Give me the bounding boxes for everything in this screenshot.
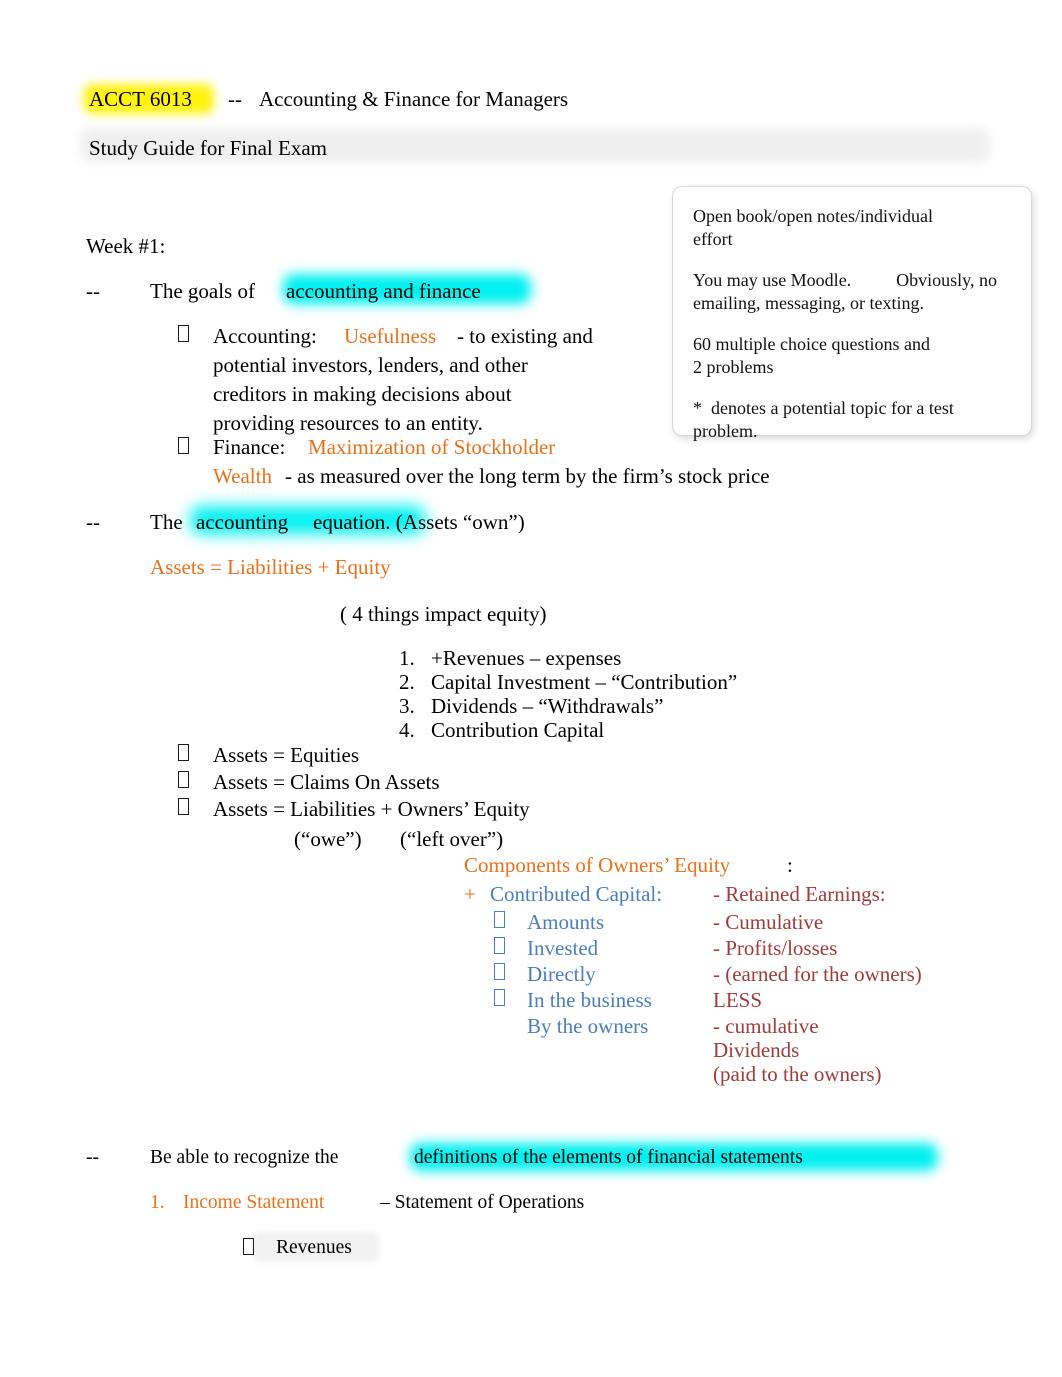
identity-item-2: Assets = Claims On Assets bbox=[213, 770, 440, 794]
equation-rest: equation. (Assets “own”) bbox=[313, 510, 525, 534]
equity-parenthetical: ( 4 things impact equity) bbox=[340, 602, 547, 626]
finance-tail: - as measured over the long term by the … bbox=[285, 464, 770, 488]
accounting-key-term: Usefulness bbox=[344, 324, 437, 348]
accounting-equation-formula: Assets = Liabilities + Equity bbox=[150, 555, 391, 579]
note-line-4: emailing, messaging, or texting. bbox=[693, 293, 924, 313]
identity-item-3: Assets = Liabilities + Owners’ Equity bbox=[213, 797, 530, 821]
income-statement-title: Income Statement bbox=[183, 1192, 325, 1213]
identity-item-1: Assets = Equities bbox=[213, 743, 360, 767]
finance-label: Finance: bbox=[213, 435, 286, 459]
equation-highlight-word: accounting bbox=[196, 510, 289, 534]
bullet-revenues-icon bbox=[243, 1238, 254, 1258]
goals-dash: -- bbox=[86, 279, 100, 303]
note-line-1: Open book/open notes/individual bbox=[693, 206, 933, 226]
definitions-highlight-text: definitions of the elements of financial… bbox=[414, 1147, 803, 1168]
bullet-contributed-3-icon bbox=[494, 963, 505, 983]
definitions-lead: Be able to recognize the bbox=[150, 1147, 339, 1168]
title-dash: -- bbox=[228, 87, 242, 111]
left-over-label: (“left over”) bbox=[400, 827, 504, 851]
contributed-item-4: In the business bbox=[527, 988, 652, 1012]
document-page: ACCT 6013 -- Accounting & Finance for Ma… bbox=[0, 0, 1062, 1377]
equation-lead: The bbox=[150, 510, 183, 534]
note-line-5: 60 multiple choice questions and bbox=[693, 334, 930, 354]
note-line-8: problem. bbox=[693, 421, 758, 441]
bullet-identity-1-icon bbox=[178, 744, 189, 764]
retained-item-1: - Cumulative bbox=[713, 910, 824, 934]
page-subtitle: Study Guide for Final Exam bbox=[89, 136, 327, 160]
retained-item-3: - (earned for the owners) bbox=[713, 962, 922, 986]
contributed-capital-plus-sign: + bbox=[464, 882, 476, 906]
bullet-contributed-2-icon bbox=[494, 937, 505, 957]
impact-number-4: 4. bbox=[399, 718, 415, 742]
contributed-capital-label: Contributed Capital: bbox=[490, 882, 663, 906]
goals-lead: The goals of bbox=[150, 279, 255, 303]
retained-item-2: - Profits/losses bbox=[713, 936, 838, 960]
course-title: Accounting & Finance for Managers bbox=[259, 87, 569, 111]
owners-equity-heading-colon: : bbox=[787, 853, 793, 877]
equation-dash: -- bbox=[86, 510, 100, 534]
accounting-line-3: creditors in making decisions about bbox=[213, 382, 512, 406]
income-statement-tail: – Statement of Operations bbox=[380, 1192, 585, 1213]
owe-label: (“owe”) bbox=[294, 827, 362, 851]
bullet-contributed-1-icon bbox=[494, 911, 505, 931]
contributed-item-2: Invested bbox=[527, 936, 599, 960]
retained-earnings-label: - Retained Earnings: bbox=[713, 882, 886, 906]
contributed-item-3: Directly bbox=[527, 962, 596, 986]
impact-item-4: Contribution Capital bbox=[431, 718, 605, 742]
accounting-line-1: - to existing and bbox=[457, 324, 593, 348]
contributed-item-5: By the owners bbox=[527, 1014, 649, 1038]
note-line-7: * denotes a potential topic for a test bbox=[693, 398, 954, 418]
retained-item-4: LESS bbox=[713, 988, 763, 1012]
note-line-6: 2 problems bbox=[693, 357, 774, 377]
goals-highlight-text: accounting and finance bbox=[286, 279, 481, 303]
income-statement-number: 1. bbox=[150, 1192, 165, 1213]
exam-note-box: Open book/open notes/individual effort Y… bbox=[672, 186, 1032, 441]
contributed-item-1: Amounts bbox=[527, 910, 605, 934]
bullet-identity-2-icon bbox=[178, 771, 189, 791]
bullet-contributed-4-icon bbox=[494, 989, 505, 1009]
bullet-accounting-icon bbox=[178, 325, 189, 345]
finance-key-term-line-1: Maximization of Stockholder bbox=[308, 435, 556, 459]
bullet-finance-icon bbox=[178, 437, 189, 457]
accounting-label: Accounting: bbox=[213, 324, 317, 348]
definitions-dash: -- bbox=[86, 1147, 99, 1168]
owners-equity-heading: Components of Owners’ Equity bbox=[464, 853, 731, 877]
accounting-line-2: potential investors, lenders, and other bbox=[213, 353, 528, 377]
course-code: ACCT 6013 bbox=[89, 87, 192, 111]
retained-item-7: (paid to the owners) bbox=[713, 1062, 882, 1086]
note-line-2: effort bbox=[693, 229, 733, 249]
week-heading: Week #1: bbox=[86, 234, 166, 258]
finance-key-term-line-2: Wealth bbox=[213, 464, 272, 488]
note-line-3: You may use Moodle. Obviously, no bbox=[693, 270, 998, 290]
bullet-identity-3-icon bbox=[178, 798, 189, 818]
revenues-item: Revenues bbox=[276, 1237, 352, 1258]
